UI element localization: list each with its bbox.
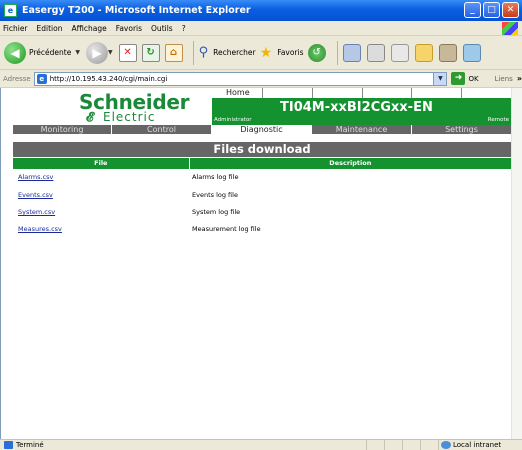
back-arrow-icon[interactable]: ◀ bbox=[4, 41, 26, 64]
file-description: Events log file bbox=[192, 191, 238, 199]
section-title: Files download bbox=[13, 142, 511, 157]
mode-label: Remote bbox=[487, 117, 509, 123]
schneider-logo: Schneider 𝓔 Electric bbox=[13, 88, 211, 125]
messenger-icon[interactable] bbox=[462, 43, 481, 62]
device-header: TI04M-xxBI2CGxx-EN Administrator Remote bbox=[212, 98, 511, 125]
table-row: Alarms.csv Alarms log file bbox=[13, 171, 511, 183]
tab-control[interactable]: Control bbox=[111, 125, 211, 134]
top-tab-slot bbox=[262, 88, 312, 98]
forward-arrow-icon[interactable]: ▶ bbox=[85, 41, 108, 64]
table-row: Events.csv Events log file bbox=[13, 189, 511, 201]
stop-icon[interactable]: ✕ bbox=[118, 43, 137, 62]
windows-logo-icon bbox=[502, 22, 518, 35]
status-cell bbox=[402, 440, 420, 450]
refresh-icon[interactable]: ↻ bbox=[141, 43, 160, 62]
search-icon[interactable]: ⚲ bbox=[199, 45, 209, 60]
top-tab-slot bbox=[361, 88, 412, 98]
user-label: Administrator bbox=[214, 117, 252, 123]
menu-favoris[interactable]: Favoris bbox=[116, 24, 142, 33]
edit-icon[interactable] bbox=[390, 43, 409, 62]
mail-icon[interactable] bbox=[342, 43, 361, 62]
file-link-events[interactable]: Events.csv bbox=[18, 189, 53, 201]
favorites-star-icon[interactable]: ★ bbox=[260, 45, 273, 61]
address-input[interactable]: e http://10.195.43.240/cgi/main.cgi ▼ bbox=[33, 71, 448, 86]
tab-monitoring[interactable]: Monitoring bbox=[13, 125, 111, 134]
column-file: File bbox=[13, 158, 189, 169]
search-button-label[interactable]: Rechercher bbox=[213, 48, 255, 57]
vertical-scrollbar[interactable] bbox=[511, 88, 522, 439]
folder-icon[interactable] bbox=[414, 43, 433, 62]
close-button[interactable]: ✕ bbox=[502, 2, 519, 18]
top-tab-slots bbox=[262, 88, 511, 98]
home-icon[interactable]: ⌂ bbox=[164, 43, 183, 62]
address-label: Adresse bbox=[3, 74, 31, 83]
status-cell bbox=[384, 440, 402, 450]
top-tab-slot bbox=[461, 88, 511, 98]
menu-outils[interactable]: Outils bbox=[151, 24, 173, 33]
minimize-button[interactable]: _ bbox=[464, 2, 481, 18]
window-title: Easergy T200 - Microsoft Internet Explor… bbox=[22, 5, 251, 16]
page-done-icon bbox=[4, 441, 13, 449]
menu-bar: Fichier Edition Affichage Favoris Outils… bbox=[0, 21, 522, 36]
table-row: System.csv System log file bbox=[13, 206, 511, 218]
file-link-alarms[interactable]: Alarms.csv bbox=[18, 171, 53, 183]
address-bar: Adresse e http://10.195.43.240/cgi/main.… bbox=[0, 70, 522, 88]
main-nav: Monitoring Control Diagnostic Maintenanc… bbox=[13, 125, 511, 134]
print-icon[interactable] bbox=[366, 43, 385, 62]
table-row: Measures.csv Measurement log file bbox=[13, 223, 511, 235]
history-icon[interactable]: ↺ bbox=[307, 43, 326, 62]
logo-sub-text: Electric bbox=[103, 110, 156, 124]
tab-diagnostic[interactable]: Diagnostic bbox=[211, 125, 311, 134]
back-dropdown-icon[interactable]: ▼ bbox=[75, 49, 80, 56]
top-tab-slot bbox=[411, 88, 461, 98]
app-icon: e bbox=[4, 4, 17, 17]
research-icon[interactable] bbox=[438, 43, 457, 62]
file-description: Alarms log file bbox=[192, 173, 239, 181]
toolbar: ◀ Précédente ▼ ▶ ▼ ✕ ↻ ⌂ ⚲ Rechercher ★ … bbox=[0, 36, 522, 70]
favorites-button-label[interactable]: Favoris bbox=[277, 48, 303, 57]
address-dropdown-icon[interactable]: ▼ bbox=[433, 72, 447, 85]
file-link-system[interactable]: System.csv bbox=[18, 206, 55, 218]
status-cell bbox=[420, 440, 438, 450]
files-table-header: File Description bbox=[13, 158, 511, 169]
links-label[interactable]: Liens bbox=[495, 75, 513, 83]
intranet-icon bbox=[441, 441, 451, 449]
file-description: System log file bbox=[192, 208, 241, 216]
forward-dropdown-icon[interactable]: ▼ bbox=[108, 49, 113, 56]
column-description: Description bbox=[189, 158, 511, 169]
security-zone: Local intranet bbox=[438, 440, 522, 450]
maximize-button[interactable]: □ bbox=[483, 2, 500, 18]
menu-fichier[interactable]: Fichier bbox=[3, 24, 28, 33]
logo-glyph-icon: 𝓔 bbox=[86, 110, 94, 125]
links-chevron-icon[interactable]: » bbox=[517, 74, 522, 83]
toolbar-separator bbox=[192, 40, 194, 65]
menu-affichage[interactable]: Affichage bbox=[71, 24, 106, 33]
file-description: Measurement log file bbox=[192, 225, 261, 233]
address-url[interactable]: http://10.195.43.240/cgi/main.cgi bbox=[50, 75, 168, 83]
menu-help[interactable]: ? bbox=[182, 24, 186, 33]
zone-label: Local intranet bbox=[453, 441, 502, 449]
title-bar: e Easergy T200 - Microsoft Internet Expl… bbox=[0, 0, 522, 21]
home-tab[interactable]: Home bbox=[212, 88, 262, 98]
tab-settings[interactable]: Settings bbox=[411, 125, 511, 134]
back-button-label[interactable]: Précédente bbox=[29, 48, 71, 57]
go-arrow-icon[interactable]: ➜ bbox=[451, 72, 466, 85]
page-icon: e bbox=[36, 73, 47, 84]
menu-edition[interactable]: Edition bbox=[37, 24, 63, 33]
toolbar-separator bbox=[336, 40, 338, 65]
go-button-label[interactable]: OK bbox=[468, 75, 478, 83]
status-text: Terminé bbox=[16, 441, 44, 449]
tab-maintenance[interactable]: Maintenance bbox=[311, 125, 411, 134]
window-controls: _ □ ✕ bbox=[464, 2, 519, 18]
top-tab-slot bbox=[311, 88, 362, 98]
device-name: TI04M-xxBI2CGxx-EN bbox=[280, 100, 433, 115]
status-bar: Terminé Local intranet bbox=[0, 439, 522, 450]
page-content: Schneider 𝓔 Electric Home TI04M-xxBI2CGx… bbox=[0, 88, 522, 439]
status-cell bbox=[366, 440, 384, 450]
file-link-measures[interactable]: Measures.csv bbox=[18, 223, 62, 235]
